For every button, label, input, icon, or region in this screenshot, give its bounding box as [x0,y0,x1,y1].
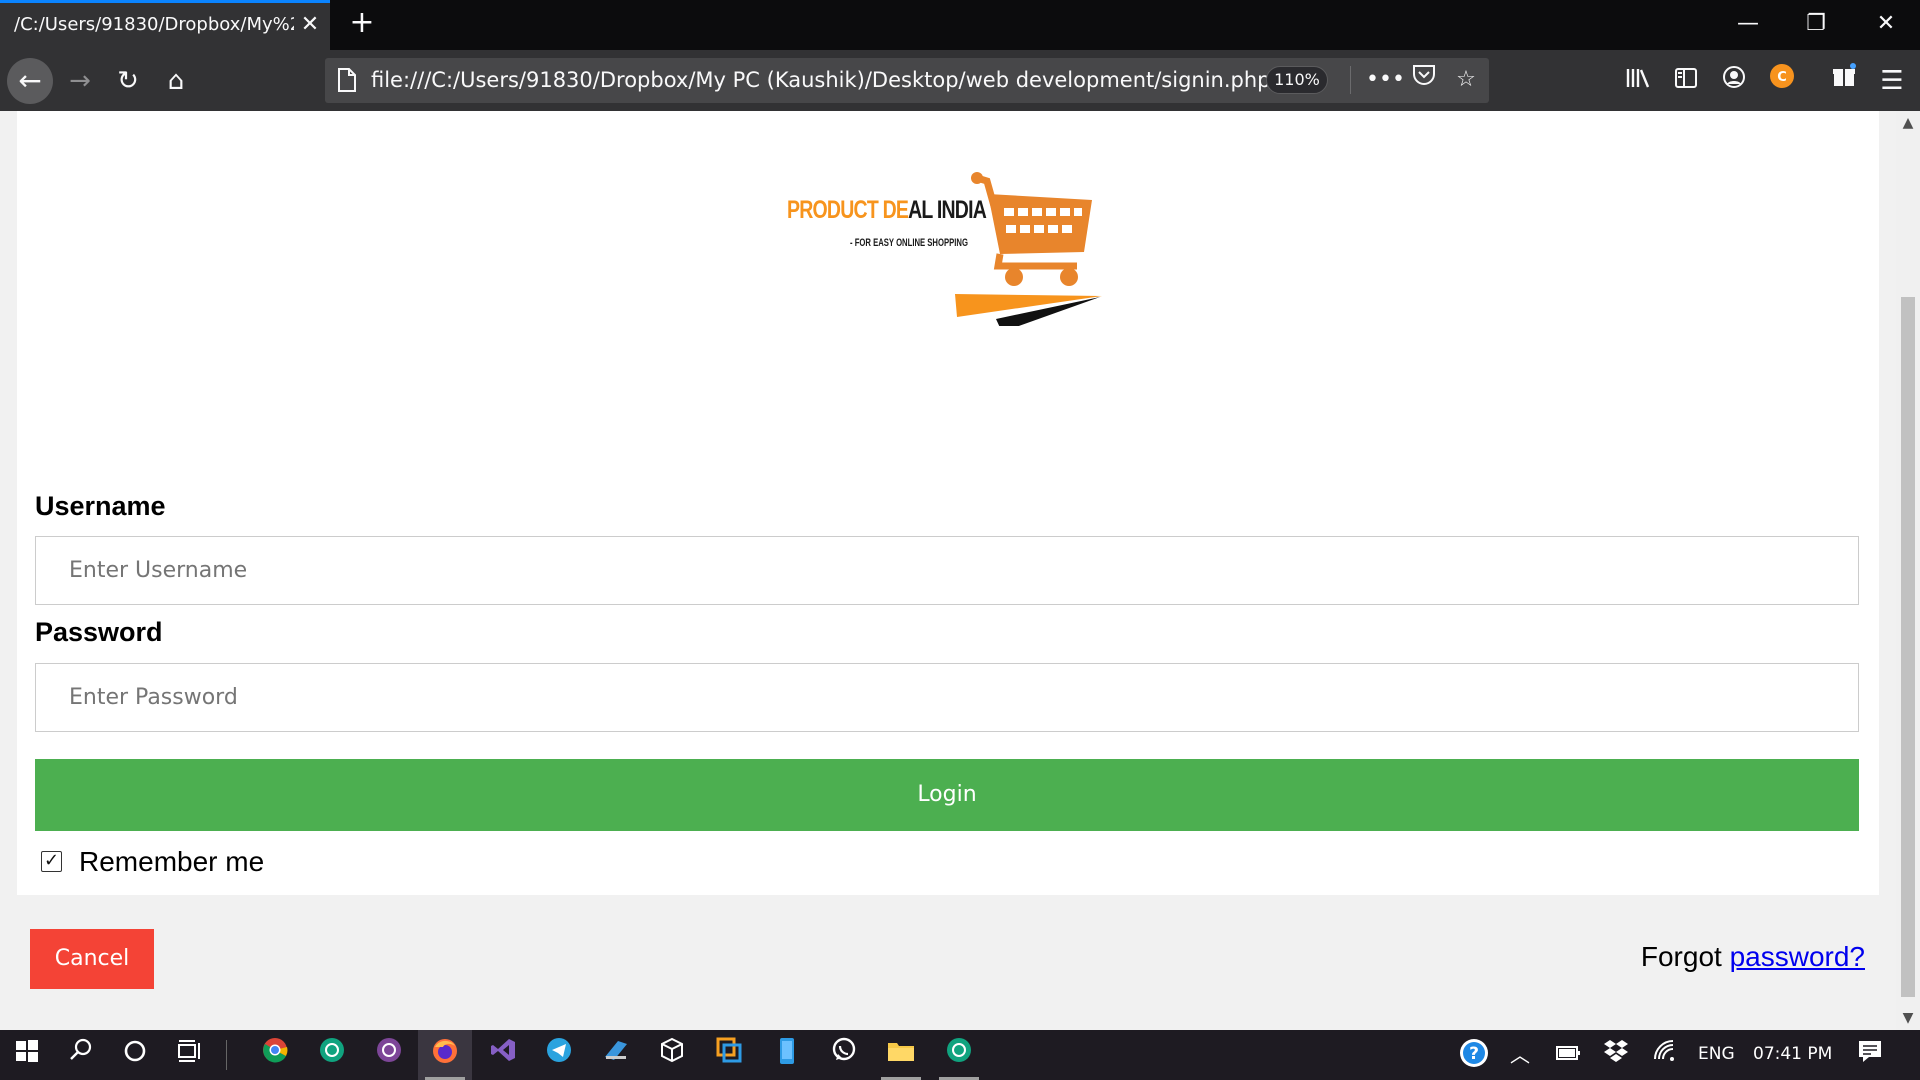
chatgpt-icon[interactable] [314,1037,350,1073]
remember-me-label: Remember me [79,846,265,877]
virtualbox-icon[interactable] [654,1037,690,1073]
username-label: Username [35,491,166,521]
firefox-icon[interactable] [427,1037,463,1073]
phone-link-icon[interactable] [769,1037,805,1073]
page-actions-icon[interactable]: ••• [1366,64,1405,96]
windows-start-icon[interactable] [9,1037,45,1073]
login-button[interactable]: Login [35,759,1859,831]
tab-title: /C:/Users/91830/Dropbox/My%20P [14,14,294,35]
vmware-icon[interactable] [711,1037,747,1073]
brand-name: PRODUCT DEAL INDIA [787,196,987,225]
forgot-prefix: Forgot [1640,941,1722,972]
brand-tagline: - FOR EASY ONLINE SHOPPING [850,237,968,249]
tab-close-icon[interactable]: ✕ [298,13,322,37]
back-arrow-icon[interactable]: ← [7,58,53,104]
address-bar[interactable]: file:///C:/Users/91830/Dropbox/My PC (Ka… [325,58,1489,103]
reload-icon[interactable]: ↻ [110,63,146,99]
help-icon[interactable]: ? [1456,1037,1492,1073]
url-text[interactable]: file:///C:/Users/91830/Dropbox/My PC (Ka… [371,68,1271,92]
username-field-box [35,536,1859,605]
page-viewport: PRODUCT DEAL INDIA - FOR EASY ONLINE SHO… [0,111,1896,1030]
browser-toolbar: ← → ↻ ⌂ file:///C:/Users/91830/Dropbox/M… [0,50,1920,111]
page-icon [337,68,359,94]
cortana-icon[interactable] [117,1037,153,1073]
forgot-password-link[interactable]: password? [1730,941,1865,972]
brand-name-dark: AL INDIA [908,196,987,224]
home-icon[interactable]: ⌂ [158,63,194,99]
bookmark-star-icon[interactable]: ☆ [1450,64,1482,96]
svg-text:?: ? [1469,1044,1479,1064]
account-icon[interactable] [1716,63,1752,99]
brand-name-orange: PRODUCT DE [787,196,909,224]
whatsapp-icon[interactable] [826,1037,862,1073]
pocket-icon[interactable] [1408,64,1440,96]
close-window-icon[interactable]: ✕ [1866,8,1906,40]
visual-studio-icon[interactable] [485,1037,521,1073]
sidebar-icon[interactable] [1668,63,1704,99]
taskbar-divider [226,1040,227,1070]
windows-taskbar: ? ︿ ENG 07:41 PM [0,1030,1920,1080]
cancel-button[interactable]: Cancel [30,929,154,989]
browser-tab-bar: /C:/Users/91830/Dropbox/My%20P ✕ + — ❐ ✕ [0,0,1920,50]
chatgpt-app-icon[interactable] [941,1037,977,1073]
forgot-password-text: Forgot password? [1641,941,1865,973]
new-tab-button[interactable]: + [346,8,378,40]
username-input[interactable] [36,537,1858,604]
notifications-icon[interactable] [1852,1037,1888,1073]
language-indicator[interactable]: ENG [1698,1044,1735,1064]
library-icon[interactable] [1620,63,1656,99]
task-view-icon[interactable] [171,1037,207,1073]
scrollbar-thumb[interactable] [1901,297,1915,997]
password-field-box [35,663,1859,732]
password-label: Password [35,617,163,647]
restore-icon[interactable]: ❐ [1796,8,1836,40]
telegram-icon[interactable] [541,1037,577,1073]
clock[interactable]: 07:41 PM [1753,1044,1832,1064]
tor-browser-icon[interactable] [371,1037,407,1073]
minimize-icon[interactable]: — [1728,8,1768,40]
wifi-icon[interactable] [1648,1037,1684,1073]
battery-icon[interactable] [1550,1037,1586,1073]
remember-me-checkbox[interactable]: ✓ [41,851,62,872]
menu-hamburger-icon[interactable]: ☰ [1874,63,1910,99]
url-divider [1350,66,1351,94]
brand-logo: PRODUCT DEAL INDIA - FOR EASY ONLINE SHO… [772,166,1132,326]
file-explorer-icon[interactable] [883,1037,919,1073]
search-icon[interactable] [63,1037,99,1073]
scroll-down-arrow-icon[interactable]: ▼ [1896,1006,1920,1030]
dropbox-icon[interactable] [1598,1037,1634,1073]
chrome-icon[interactable] [257,1037,293,1073]
vertical-scrollbar[interactable]: ▲ ▼ [1896,111,1920,1030]
chevron-up-icon[interactable]: ︿ [1502,1037,1538,1073]
browser-tab[interactable]: /C:/Users/91830/Dropbox/My%20P ✕ [0,0,330,50]
forward-arrow-icon[interactable]: → [62,63,98,99]
gift-icon[interactable] [1826,63,1862,99]
extension-icon[interactable]: C [1764,63,1800,99]
remote-desktop-icon[interactable] [598,1037,634,1073]
login-form-container: PRODUCT DEAL INDIA - FOR EASY ONLINE SHO… [17,111,1879,895]
svg-text:C: C [1777,70,1787,85]
zoom-level-badge[interactable]: 110% [1266,66,1328,94]
scroll-up-arrow-icon[interactable]: ▲ [1896,111,1920,135]
password-input[interactable] [36,664,1858,731]
